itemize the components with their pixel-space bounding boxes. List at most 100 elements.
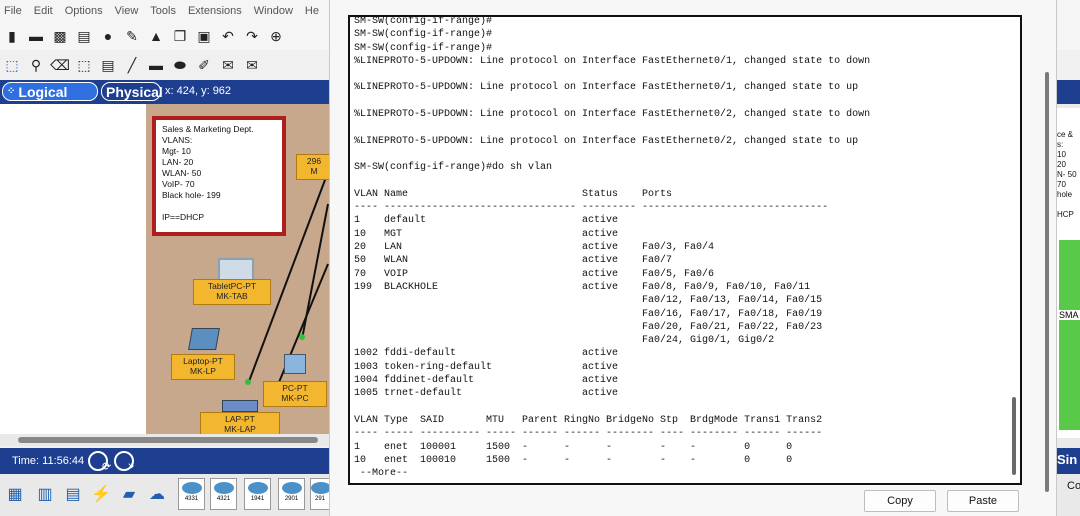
inspect-icon[interactable]: ⚲: [27, 56, 45, 74]
access-point-icon[interactable]: [222, 400, 258, 412]
delete-icon[interactable]: ⌫: [50, 56, 70, 74]
terminal-line: 1005 trnet-default active: [354, 388, 619, 400]
rectangle-icon[interactable]: ▬: [147, 56, 165, 74]
power-cycle-button[interactable]: ⟳: [88, 451, 112, 473]
wizard-icon[interactable]: ✎: [123, 27, 141, 45]
terminal-line: SM-SW(config-if-range)#: [354, 42, 493, 54]
pc-icon[interactable]: [284, 354, 306, 374]
components-icon[interactable]: ▤: [62, 484, 84, 504]
model-2901[interactable]: 2901: [278, 478, 305, 510]
zoom-in-icon[interactable]: ⊕: [267, 27, 285, 45]
fast-forward-button[interactable]: »: [114, 451, 135, 472]
terminal-line: 1004 fddinet-default active: [354, 375, 619, 387]
undo-icon[interactable]: ↶: [219, 27, 237, 45]
terminal-line: Fa0/16, Fa0/17, Fa0/18, Fa0/19: [354, 308, 823, 320]
terminal-line: VLAN Type SAID MTU Parent RingNo BridgeN…: [354, 414, 823, 426]
complex-pdu-icon[interactable]: ✉: [243, 56, 261, 74]
workspace-horizontal-scrollbar[interactable]: [0, 434, 330, 446]
redo-icon[interactable]: ↷: [243, 27, 261, 45]
coordinate-readout: x: 424, y: 962: [165, 85, 232, 97]
copy-button[interactable]: Copy: [864, 490, 936, 512]
time-bar: Time: 11:56:44 ⟳ »: [0, 448, 330, 474]
note-line: Sales & Marketing Dept.: [162, 124, 254, 134]
laptop-icon[interactable]: [188, 328, 220, 350]
physical-mode-button[interactable]: Physical: [101, 82, 163, 101]
device-selection-bar: ▦ ▥ ▤ ⚡ ▰ ☁ 4331 4321 1941 2901 291: [0, 474, 330, 516]
menu-window[interactable]: Window: [254, 5, 293, 17]
dialog-scrollbar[interactable]: [1045, 72, 1049, 492]
note-icon[interactable]: ▤: [99, 56, 117, 74]
copy-icon[interactable]: ❐: [171, 27, 189, 45]
note-line: LAN- 20: [162, 157, 194, 167]
terminal-line: 199 BLACKHOLE active Fa0/8, Fa0/9, Fa0/1…: [354, 281, 811, 293]
open-icon[interactable]: ▬: [27, 27, 45, 45]
fast-forward-icon: »: [128, 460, 135, 472]
select-icon[interactable]: ⬚: [3, 56, 21, 74]
menu-file[interactable]: File: [4, 5, 22, 17]
menu-edit[interactable]: Edit: [34, 5, 53, 17]
connections-icon[interactable]: ⚡: [90, 484, 112, 504]
terminal-line: SM-SW(config-if-range)#: [354, 16, 493, 27]
activity-icon[interactable]: ▲: [147, 27, 165, 45]
terminal-line: SM-SW(config-if-range)#: [354, 29, 493, 41]
network-devices-icon[interactable]: ▦: [4, 484, 26, 504]
router-icon: [247, 482, 268, 494]
freehand-icon[interactable]: ✐: [195, 56, 213, 74]
logical-mode-button[interactable]: ⁘ Logical: [2, 82, 98, 101]
terminal-scrollbar[interactable]: [1012, 397, 1016, 475]
terminal-line: 20 LAN active Fa0/3, Fa0/4: [354, 242, 715, 254]
line-icon[interactable]: ╱: [123, 56, 141, 74]
scrollbar-thumb[interactable]: [18, 437, 318, 443]
laptop-label[interactable]: Laptop-PT MK-LP: [171, 354, 235, 380]
menu-tools[interactable]: Tools: [150, 5, 176, 17]
terminal-line: %LINEPROTO-5-UPDOWN: Line protocol on In…: [354, 109, 871, 121]
terminal-line: 50 WLAN active Fa0/7: [354, 255, 673, 267]
terminal-line: ---- ----- ---------- ----- ------ -----…: [354, 428, 823, 440]
multiuser-icon[interactable]: ☁: [146, 484, 168, 504]
menu-options[interactable]: Options: [65, 5, 103, 17]
logical-label: Logical: [18, 83, 68, 100]
model-4321[interactable]: 4321: [210, 478, 237, 510]
menu-extensions[interactable]: Extensions: [188, 5, 242, 17]
time-readout: Time: 11:56:44: [12, 455, 85, 467]
terminal-line: Fa0/12, Fa0/13, Fa0/14, Fa0/15: [354, 295, 823, 307]
menu-view[interactable]: View: [115, 5, 139, 17]
model-2911[interactable]: 291: [310, 478, 330, 510]
terminal-line: %LINEPROTO-5-UPDOWN: Line protocol on In…: [354, 135, 859, 147]
note-line: WLAN- 50: [162, 168, 202, 178]
peek-mode-button[interactable]: [1057, 80, 1080, 104]
print-icon[interactable]: ▤: [75, 27, 93, 45]
model-1941[interactable]: 1941: [244, 478, 271, 510]
end-devices-icon[interactable]: ▥: [34, 484, 56, 504]
terminal-line: 10 enet 100010 1500 - - - - - 0 0: [354, 454, 793, 466]
terminal-line: 10 MGT active: [354, 228, 619, 240]
pc-label[interactable]: PC-PT MK-PC: [263, 381, 327, 407]
resize-icon[interactable]: ⬚: [75, 56, 93, 74]
refresh-icon: ⟳: [102, 461, 112, 473]
terminal-line: %LINEPROTO-5-UPDOWN: Line protocol on In…: [354, 82, 859, 94]
terminal-line: 70 VOIP active Fa0/5, Fa0/6: [354, 268, 715, 280]
misc-icon[interactable]: ▰: [118, 484, 140, 504]
sales-marketing-note[interactable]: Sales & Marketing Dept. VLANS: Mgt- 10 L…: [152, 116, 286, 236]
info-icon[interactable]: ●: [99, 27, 117, 45]
paste-button[interactable]: Paste: [947, 490, 1019, 512]
logical-workspace[interactable]: Sales & Marketing Dept. VLANS: Mgt- 10 L…: [0, 104, 332, 438]
switch-label[interactable]: 296 M: [296, 154, 332, 180]
model-4331[interactable]: 4331: [178, 478, 205, 510]
terminal-line: 1003 token-ring-default active: [354, 361, 619, 373]
paste-icon[interactable]: ▣: [195, 27, 213, 45]
simple-pdu-icon[interactable]: ✉: [219, 56, 237, 74]
tablet-label[interactable]: TabletPC-PT MK-TAB: [193, 279, 271, 305]
peek-green-area: SMA: [1059, 240, 1080, 430]
physical-label: Physical: [106, 83, 163, 100]
ellipse-icon[interactable]: ⬬: [171, 56, 189, 74]
save-icon[interactable]: ▩: [51, 27, 69, 45]
menu-help[interactable]: He: [305, 5, 319, 17]
cli-terminal[interactable]: SM-SW(config-if-range)# SM-SW(config-if-r…: [348, 15, 1022, 485]
new-icon[interactable]: ▮: [3, 27, 21, 45]
terminal-line: SM-SW(config-if-range)#do sh vlan: [354, 162, 553, 174]
